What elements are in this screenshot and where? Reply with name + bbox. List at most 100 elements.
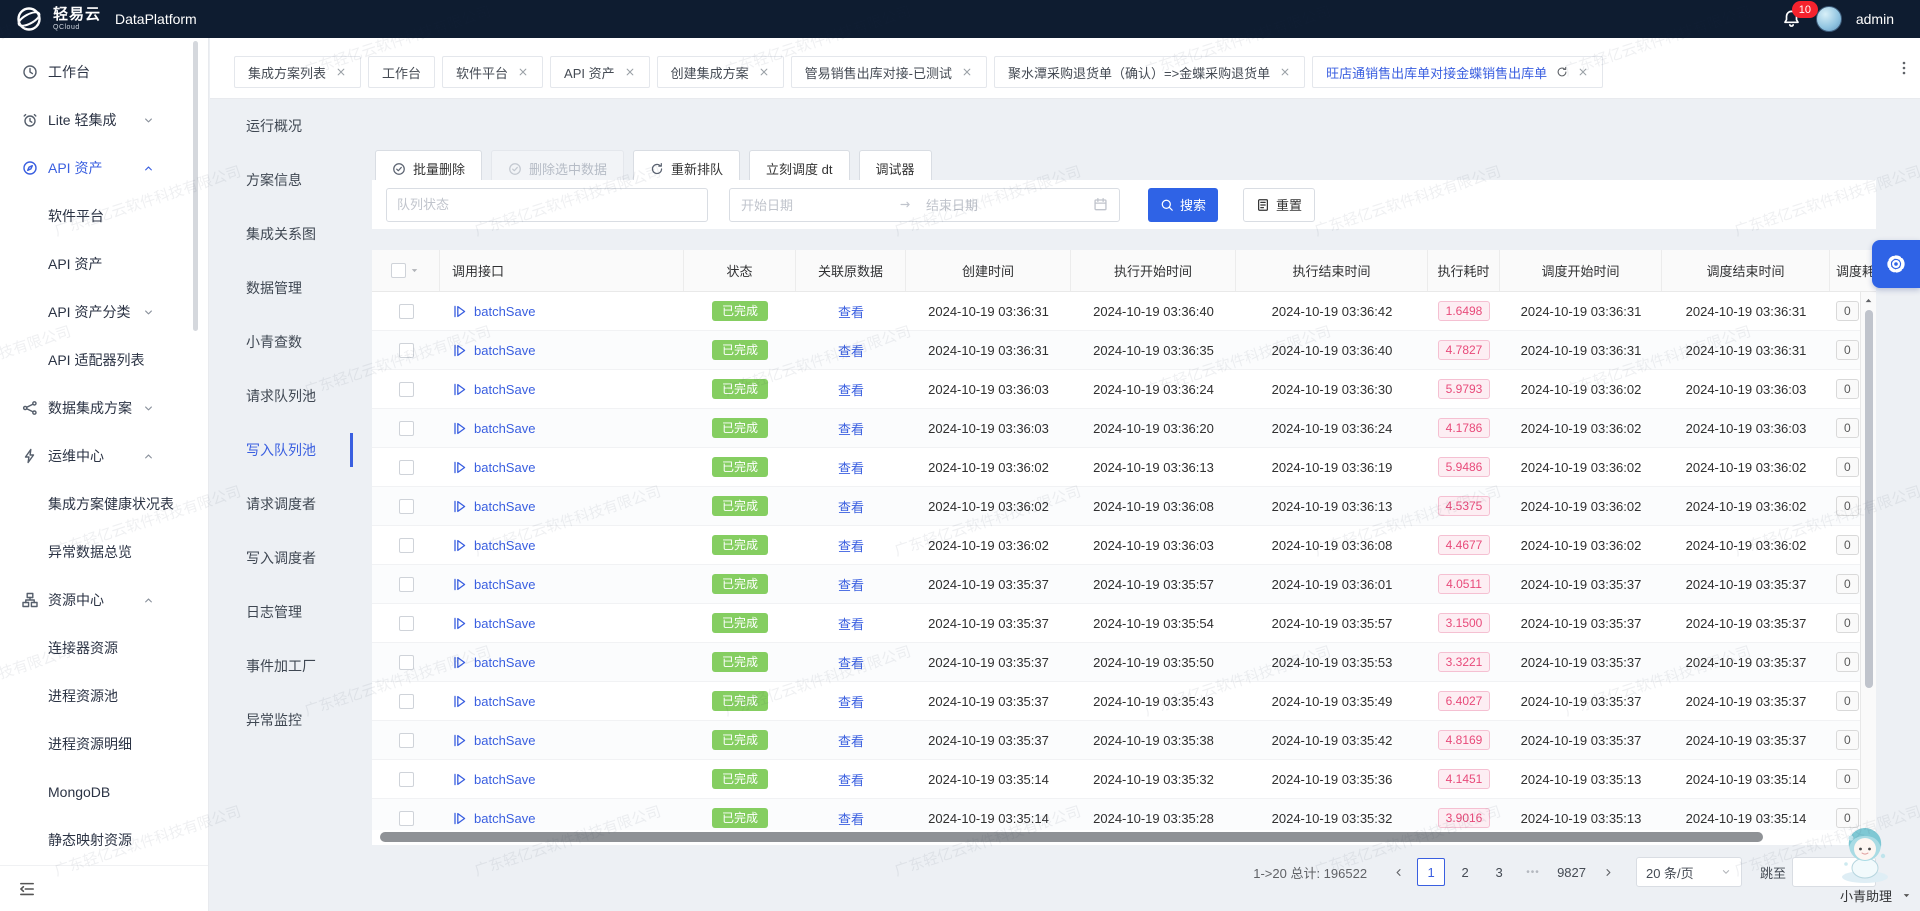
column-settings-button[interactable] [1872, 240, 1920, 288]
api-link[interactable]: batchSave [474, 421, 535, 436]
api-link[interactable]: batchSave [474, 499, 535, 514]
select-all-checkbox[interactable] [391, 263, 406, 278]
sidebar-item-13[interactable]: 进程资源池 [0, 672, 208, 720]
row-checkbox[interactable] [398, 732, 414, 748]
submenu-item-2[interactable]: 集成关系图 [210, 207, 370, 261]
notification-bell-icon[interactable]: 10 [1782, 1, 1818, 29]
view-link[interactable]: 查看 [838, 497, 864, 516]
sidebar-item-8[interactable]: 运维中心 [0, 432, 208, 480]
sidebar-item-11[interactable]: 资源中心 [0, 576, 208, 624]
column-header-3[interactable]: 创建时间 [906, 250, 1071, 291]
column-header-7[interactable]: 调度开始时间 [1500, 250, 1662, 291]
api-link[interactable]: batchSave [474, 304, 535, 319]
row-checkbox[interactable] [398, 654, 414, 670]
view-link[interactable]: 查看 [838, 692, 864, 711]
row-checkbox[interactable] [398, 537, 414, 553]
api-link[interactable]: batchSave [474, 772, 535, 787]
sidebar-item-1[interactable]: Lite 轻集成 [0, 96, 208, 144]
sidebar-item-9[interactable]: 集成方案健康状况表 [0, 480, 208, 528]
sidebar-item-12[interactable]: 连接器资源 [0, 624, 208, 672]
api-link[interactable]: batchSave [474, 811, 535, 826]
column-header-6[interactable]: 执行耗时 [1428, 250, 1500, 291]
row-checkbox[interactable] [398, 303, 414, 319]
horizontal-scrollbar[interactable] [372, 830, 1876, 845]
assistant-collapse-caret-icon[interactable] [1901, 890, 1912, 901]
view-link[interactable]: 查看 [838, 653, 864, 672]
api-link[interactable]: batchSave [474, 382, 535, 397]
api-link[interactable]: batchSave [474, 460, 535, 475]
scroll-up-arrow-icon[interactable] [1862, 294, 1875, 307]
view-link[interactable]: 查看 [838, 458, 864, 477]
view-link[interactable]: 查看 [838, 419, 864, 438]
prev-page-button[interactable] [1385, 858, 1411, 886]
submenu-item-6[interactable]: 写入队列池 [210, 423, 370, 477]
view-link[interactable]: 查看 [838, 809, 864, 828]
column-header-8[interactable]: 调度结束时间 [1662, 250, 1830, 291]
view-link[interactable]: 查看 [838, 575, 864, 594]
column-header-4[interactable]: 执行开始时间 [1071, 250, 1236, 291]
view-link[interactable]: 查看 [838, 614, 864, 633]
submenu-item-1[interactable]: 方案信息 [210, 153, 370, 207]
sidebar-item-3[interactable]: 软件平台 [0, 192, 208, 240]
api-link[interactable]: batchSave [474, 616, 535, 631]
view-link[interactable]: 查看 [838, 536, 864, 555]
api-link[interactable]: batchSave [474, 538, 535, 553]
sidebar-item-0[interactable]: 工作台 [0, 48, 208, 96]
row-checkbox[interactable] [398, 576, 414, 592]
api-link[interactable]: batchSave [474, 655, 535, 670]
page-button-1[interactable]: 1 [1417, 858, 1446, 886]
submenu-item-5[interactable]: 请求队列池 [210, 369, 370, 423]
tabs-more-menu-icon[interactable] [1896, 60, 1912, 76]
submenu-item-0[interactable]: 运行概况 [210, 99, 370, 153]
reset-button[interactable]: 重置 [1243, 187, 1315, 222]
page-size-select[interactable]: 20 条/页 [1635, 857, 1742, 887]
submenu-item-10[interactable]: 事件加工厂 [210, 639, 370, 693]
vertical-scrollbar[interactable] [1860, 292, 1876, 830]
assistant-mascot[interactable] [1828, 824, 1902, 884]
view-link[interactable]: 查看 [838, 341, 864, 360]
row-checkbox[interactable] [398, 342, 414, 358]
view-link[interactable]: 查看 [838, 770, 864, 789]
api-link[interactable]: batchSave [474, 577, 535, 592]
tab-3[interactable]: API 资产 [550, 56, 650, 88]
sidebar-item-14[interactable]: 进程资源明细 [0, 720, 208, 768]
sidebar-scrollbar[interactable] [193, 41, 198, 331]
tab-5[interactable]: 管易销售出库对接-已测试 [790, 56, 987, 88]
page-button-2[interactable]: 2 [1451, 858, 1479, 886]
column-header-2[interactable]: 关联原数据 [796, 250, 906, 291]
view-link[interactable]: 查看 [838, 302, 864, 321]
sidebar-item-10[interactable]: 异常数据总览 [0, 528, 208, 576]
api-link[interactable]: batchSave [474, 343, 535, 358]
submenu-item-7[interactable]: 请求调度者 [210, 477, 370, 531]
page-button-3[interactable]: 3 [1485, 858, 1513, 886]
queue-status-input[interactable] [386, 187, 708, 222]
column-header-5[interactable]: 执行结束时间 [1236, 250, 1428, 291]
column-header-9[interactable]: 调度耗时 [1830, 250, 1876, 291]
next-page-button[interactable] [1596, 858, 1622, 886]
sidebar-item-6[interactable]: API 适配器列表 [0, 336, 208, 384]
row-checkbox[interactable] [398, 459, 414, 475]
submenu-item-9[interactable]: 日志管理 [210, 585, 370, 639]
collapse-sidebar-icon[interactable] [18, 880, 36, 898]
username-label[interactable]: admin [1856, 11, 1894, 27]
page-button-9827[interactable]: 9827 [1553, 858, 1590, 886]
tab-1[interactable]: 工作台 [368, 56, 436, 88]
horizontal-scrollbar-thumb[interactable] [380, 832, 1763, 842]
view-link[interactable]: 查看 [838, 380, 864, 399]
tab-0[interactable]: 集成方案列表 [234, 56, 362, 88]
row-checkbox[interactable] [398, 381, 414, 397]
assistant-name-label[interactable]: 小青助理 [1840, 886, 1892, 905]
column-header-1[interactable]: 状态 [684, 250, 796, 291]
column-header-0[interactable]: 调用接口 [440, 250, 684, 291]
submenu-item-3[interactable]: 数据管理 [210, 261, 370, 315]
row-checkbox[interactable] [398, 810, 414, 826]
api-link[interactable]: batchSave [474, 694, 535, 709]
brand-logo-group[interactable]: 轻易云 QCloud [14, 4, 101, 34]
sidebar-item-5[interactable]: API 资产分类 [0, 288, 208, 336]
vertical-scrollbar-thumb[interactable] [1865, 310, 1873, 688]
tab-4[interactable]: 创建集成方案 [656, 56, 784, 88]
submenu-item-4[interactable]: 小青查数 [210, 315, 370, 369]
row-checkbox[interactable] [398, 498, 414, 514]
view-link[interactable]: 查看 [838, 731, 864, 750]
date-range-picker[interactable]: 开始日期 结束日期 [729, 187, 1120, 222]
